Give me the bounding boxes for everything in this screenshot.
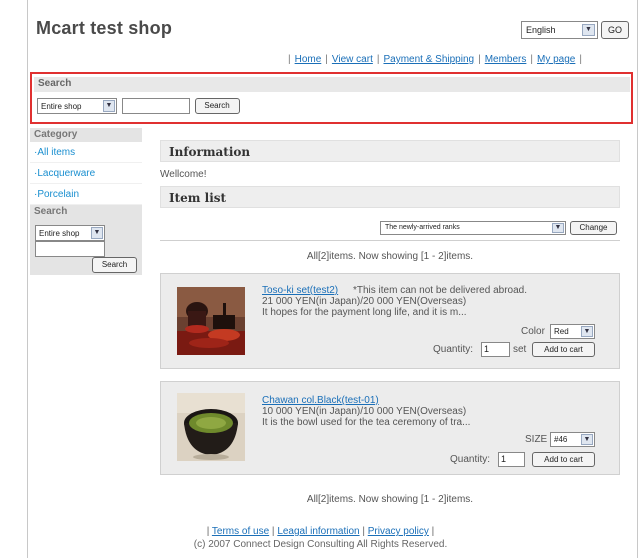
sidebar-search-scope-value: Entire shop (39, 229, 80, 238)
item-price: 21 000 YEN(in Japan)/20 000 YEN(Overseas… (262, 296, 467, 307)
item-title-link[interactable]: Toso-ki set(test2) (262, 285, 338, 296)
footer-links: | Terms of use | Leagal information | Pr… (206, 526, 435, 537)
copyright: (c) 2007 Connect Design Consulting All R… (193, 539, 448, 550)
language-selected: English (526, 25, 556, 35)
chevron-down-icon[interactable]: ▼ (581, 326, 593, 337)
showing-count-bottom: All[2]items. Now showing [1 - 2]items. (306, 494, 474, 505)
search-scope-select[interactable]: Entire shop ▼ (37, 98, 117, 114)
chevron-down-icon[interactable]: ▼ (103, 100, 115, 112)
quantity-input[interactable]: 1 (498, 452, 525, 467)
go-button[interactable]: GO (601, 21, 629, 39)
privacy-policy-link[interactable]: Privacy policy (368, 526, 429, 537)
item-description: It is the bowl used for the tea ceremony… (262, 417, 471, 428)
welcome-text: Wellcome! (160, 169, 207, 180)
top-navigation: | Home | View cart | Payment & Shipping | Membe… (288, 54, 582, 65)
search-scope-value: Entire shop (41, 102, 82, 111)
item-card: Chawan col.Black(test-01) 10 000 YEN(in … (160, 381, 620, 475)
search-button[interactable]: Search (194, 98, 240, 114)
chevron-down-icon[interactable]: ▼ (582, 24, 595, 36)
size-value: #46 (554, 435, 568, 444)
item-list-heading: Item list (160, 186, 620, 208)
item-title-link[interactable]: Chawan col.Black(test-01) (262, 395, 379, 406)
item-note: *This item can not be delivered abroad. (353, 285, 527, 296)
quantity-input[interactable]: 1 (481, 342, 510, 357)
sidebar-search-heading: Search (34, 206, 68, 217)
search-heading: Search (34, 77, 630, 92)
sidebar-search-button[interactable]: Search (92, 257, 137, 273)
sidebar-search-input[interactable] (35, 241, 105, 257)
shop-title: Mcart test shop (36, 18, 173, 38)
add-to-cart-button[interactable]: Add to cart (532, 452, 595, 467)
terms-of-use-link[interactable]: Terms of use (212, 526, 269, 537)
nav-my-page-link[interactable]: My page (537, 54, 575, 65)
nav-view-cart-link[interactable]: View cart (332, 54, 373, 65)
sidebar-item-porcelain[interactable]: ·Porcelain (30, 184, 142, 205)
showing-count-top: All[2]items. Now showing [1 - 2]items. (306, 251, 474, 262)
category-heading: Category (30, 128, 142, 142)
change-button[interactable]: Change (570, 221, 617, 235)
color-value: Red (554, 327, 569, 336)
sort-select[interactable]: The newly-arrived ranks ▼ (380, 221, 566, 235)
option-label: SIZE (525, 434, 548, 445)
search-input[interactable] (121, 98, 190, 114)
information-heading: Information (160, 140, 620, 162)
toso-ki-set-image[interactable] (177, 287, 245, 355)
sidebar: Category ·All items ·Lacquerware ·Porcel… (30, 128, 142, 275)
chevron-down-icon[interactable]: ▼ (91, 227, 103, 239)
item-card: Toso-ki set(test2) *This item can not be… (160, 273, 620, 369)
nav-home-link[interactable]: Home (295, 54, 322, 65)
sidebar-search-scope-select[interactable]: Entire shop ▼ (35, 225, 105, 241)
add-to-cart-button[interactable]: Add to cart (532, 342, 595, 357)
chevron-down-icon[interactable]: ▼ (581, 434, 593, 445)
quantity-unit: set (513, 344, 527, 355)
quantity-label: Quantity: (433, 344, 474, 355)
sidebar-item-all-items[interactable]: ·All items (30, 142, 142, 163)
nav-members-link[interactable]: Members (485, 54, 527, 65)
language-select[interactable]: English ▼ (521, 21, 598, 39)
quantity-label: Quantity: (450, 454, 491, 465)
item-price: 10 000 YEN(in Japan)/10 000 YEN(Overseas… (262, 406, 467, 417)
option-label: Color (521, 326, 545, 337)
divider (160, 240, 620, 241)
nav-payment-link[interactable]: Payment & Shipping (383, 54, 474, 65)
color-select[interactable]: Red ▼ (550, 324, 595, 339)
main-content: Information Wellcome! Item list (160, 140, 620, 208)
chevron-down-icon[interactable]: ▼ (552, 223, 564, 233)
sidebar-item-lacquerware[interactable]: ·Lacquerware (30, 163, 142, 184)
sidebar-search-panel: Search Entire shop ▼ Search (30, 205, 142, 275)
chawan-bowl-image[interactable] (177, 392, 245, 462)
item-description: It hopes for the payment long life, and … (262, 307, 467, 318)
size-select[interactable]: #46 ▼ (550, 432, 595, 447)
sort-selected: The newly-arrived ranks (385, 224, 460, 231)
top-search-panel: Search Entire shop ▼ Search (30, 72, 633, 124)
legal-information-link[interactable]: Leagal information (277, 526, 359, 537)
